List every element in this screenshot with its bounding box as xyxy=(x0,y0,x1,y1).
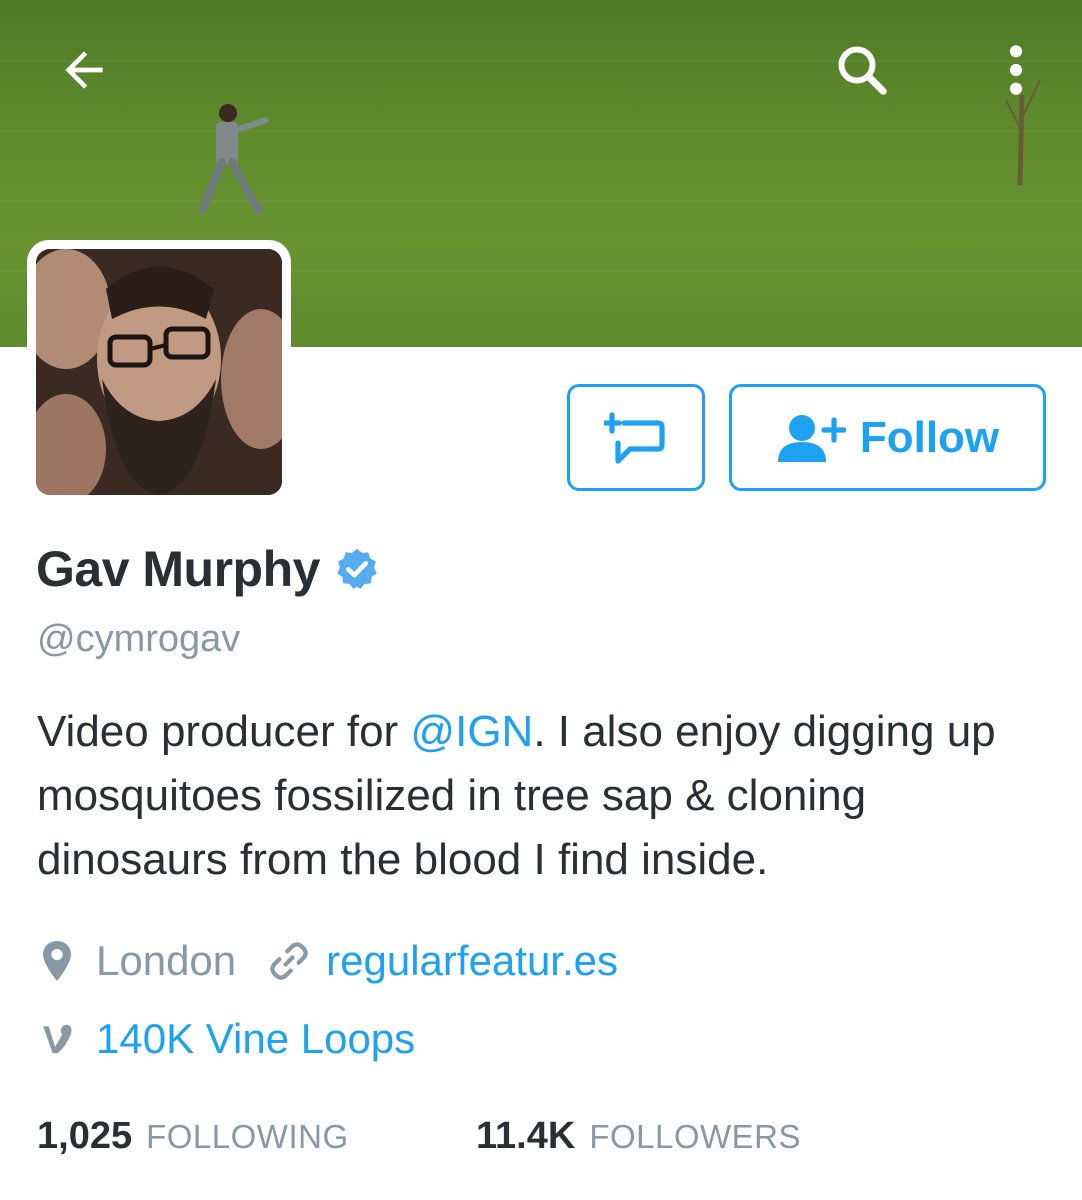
profile-vine-loops[interactable]: 140K Vine Loops xyxy=(96,1015,415,1063)
profile-handle: @cymrogav xyxy=(37,618,241,660)
bio-mention-link[interactable]: @IGN xyxy=(410,707,533,756)
profile-location: London xyxy=(96,937,237,984)
follow-button[interactable]: Follow xyxy=(729,384,1046,491)
profile-name: Gav Murphy xyxy=(36,541,320,597)
profile-meta-row: London regularfeatur.es xyxy=(40,937,618,985)
arrow-left-icon xyxy=(65,51,103,89)
search-icon xyxy=(838,46,887,95)
follow-button-label: Follow xyxy=(859,412,1000,462)
more-vertical-icon xyxy=(1009,45,1023,95)
following-count: 1,025 xyxy=(37,1115,133,1157)
profile-website-link[interactable]: regularfeatur.es xyxy=(326,937,618,985)
new-message-icon xyxy=(604,411,665,464)
verified-badge-icon xyxy=(337,548,377,589)
link-icon xyxy=(270,942,308,980)
profile-avatar[interactable] xyxy=(27,240,291,504)
message-button[interactable] xyxy=(567,384,705,491)
location-pin-icon xyxy=(43,941,71,981)
followers-label: FOLLOWERS xyxy=(589,1118,802,1155)
profile-bio: Video producer for @IGN. I also enjoy di… xyxy=(37,700,1047,892)
following-stat[interactable]: 1,025 FOLLOWING xyxy=(37,1115,349,1158)
followers-count: 11.4K xyxy=(476,1115,576,1157)
vine-icon xyxy=(43,1024,72,1054)
add-user-icon xyxy=(777,414,846,462)
bio-text-start: Video producer for xyxy=(37,707,411,756)
banner-person xyxy=(198,104,269,214)
profile-name-row: Gav Murphy xyxy=(36,540,380,598)
followers-stat[interactable]: 11.4K FOLLOWERS xyxy=(476,1115,801,1158)
search-button[interactable] xyxy=(822,30,902,110)
avatar-portrait xyxy=(36,249,282,495)
overflow-menu-button[interactable] xyxy=(976,30,1056,110)
profile-vine-row[interactable]: 140K Vine Loops xyxy=(40,1015,415,1063)
avatar-photo xyxy=(36,249,282,495)
back-button[interactable] xyxy=(44,30,124,110)
following-label: FOLLOWING xyxy=(146,1118,349,1155)
